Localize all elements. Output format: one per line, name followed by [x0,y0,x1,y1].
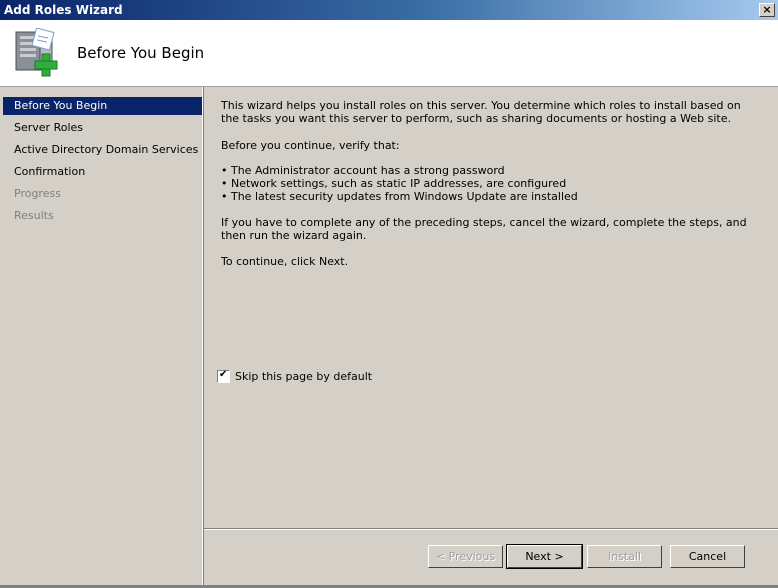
verify-list: • The Administrator account has a strong… [221,164,578,203]
nav-item-confirmation[interactable]: Confirmation [3,163,202,181]
continue-text: To continue, click Next. [221,255,349,268]
skip-page-label[interactable]: Skip this page by default [235,370,372,383]
wizard-header: Before You Begin [0,20,778,87]
list-item: • The Administrator account has a strong… [221,164,505,177]
intro-text: This wizard helps you install roles on t… [221,99,741,125]
nav-item-active-directory-domain-services[interactable]: Active Directory Domain Services [3,141,202,159]
window-title: Add Roles Wizard [4,3,123,17]
cancel-button[interactable]: Cancel [670,545,745,568]
list-item: • Network settings, such as static IP ad… [221,177,567,190]
checkmark-icon: ✔ [219,369,228,380]
nav-item-results: Results [14,209,54,222]
close-button[interactable]: × [759,3,775,17]
title-bar[interactable]: Add Roles Wizard × [0,0,778,20]
nav-item-before-you-begin[interactable]: Before You Begin [3,97,202,115]
nav-item-server-roles[interactable]: Server Roles [3,119,202,137]
next-button[interactable]: Next > [506,544,583,569]
previous-button: < Previous [428,545,503,568]
page-title: Before You Begin [77,44,205,62]
list-item: • The latest security updates from Windo… [221,190,578,203]
wizard-steps-nav: Before You Begin Server Roles Active Dir… [0,87,203,588]
nav-item-progress: Progress [14,187,61,200]
install-button: Install [587,545,662,568]
content-panel: This wizard helps you install roles on t… [204,87,778,528]
button-separator [204,528,778,530]
server-add-icon [15,28,58,77]
skip-page-checkbox[interactable]: ✔ [217,369,230,383]
verify-heading: Before you continue, verify that: [221,139,400,152]
preceding-steps-text: If you have to complete any of the prece… [221,216,747,242]
